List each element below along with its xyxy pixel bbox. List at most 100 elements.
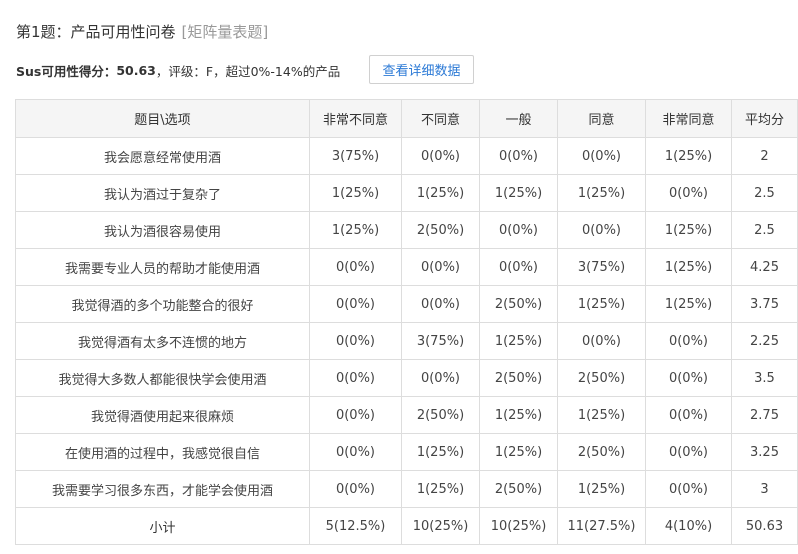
cell-disagree: 1(25%) bbox=[401, 433, 480, 471]
question-title: 第1题：产品可用性问卷 bbox=[16, 23, 176, 41]
row-question: 我觉得酒使用起来很麻烦 bbox=[15, 396, 310, 434]
cell-agree: 1(25%) bbox=[557, 174, 646, 212]
header-average: 平均分 bbox=[731, 99, 798, 138]
cell-average: 2.5 bbox=[731, 211, 798, 249]
cell-disagree: 3(75%) bbox=[401, 322, 480, 360]
cell-agree: 2(50%) bbox=[557, 359, 646, 397]
header-strongly-agree: 非常同意 bbox=[645, 99, 732, 138]
table-row: 我觉得酒的多个功能整合的很好 0(0%) 0(0%) 2(50%) 1(25%) 1(25… bbox=[15, 285, 798, 323]
table-row: 我觉得大多数人都能很快学会使用酒 0(0%) 0(0%) 2(50%) 2(50%) 0(… bbox=[15, 359, 798, 397]
cell-average: 2.75 bbox=[731, 396, 798, 434]
cell-strongly-agree: 0(0%) bbox=[645, 322, 732, 360]
total-cell-average: 50.63 bbox=[731, 507, 798, 545]
cell-neutral: 1(25%) bbox=[479, 396, 558, 434]
cell-strongly-agree: 1(25%) bbox=[645, 137, 732, 175]
header-agree: 同意 bbox=[557, 99, 646, 138]
total-cell-strongly-agree: 4(10%) bbox=[645, 507, 732, 545]
cell-agree: 1(25%) bbox=[557, 285, 646, 323]
cell-strongly-disagree: 0(0%) bbox=[309, 248, 402, 286]
table-row: 我觉得酒使用起来很麻烦 0(0%) 2(50%) 1(25%) 1(25%) 0(0%) 2… bbox=[15, 396, 798, 434]
cell-neutral: 2(50%) bbox=[479, 470, 558, 508]
row-question: 我觉得酒有太多不连惯的地方 bbox=[15, 322, 310, 360]
cell-neutral: 0(0%) bbox=[479, 248, 558, 286]
question-title-row: 第1题：产品可用性问卷 [矩阵量表题] bbox=[16, 20, 268, 44]
row-question: 我觉得大多数人都能很快学会使用酒 bbox=[15, 359, 310, 397]
cell-strongly-agree: 0(0%) bbox=[645, 359, 732, 397]
row-question: 我觉得酒的多个功能整合的很好 bbox=[15, 285, 310, 323]
cell-strongly-agree: 1(25%) bbox=[645, 285, 732, 323]
view-details-button[interactable]: 查看详细数据 bbox=[369, 55, 474, 84]
cell-neutral: 2(50%) bbox=[479, 285, 558, 323]
row-question: 我认为酒很容易使用 bbox=[15, 211, 310, 249]
cell-strongly-disagree: 3(75%) bbox=[309, 137, 402, 175]
cell-disagree: 1(25%) bbox=[401, 174, 480, 212]
total-cell-neutral: 10(25%) bbox=[479, 507, 558, 545]
cell-strongly-agree: 0(0%) bbox=[645, 433, 732, 471]
total-cell-agree: 11(27.5%) bbox=[557, 507, 646, 545]
cell-agree: 0(0%) bbox=[557, 137, 646, 175]
cell-strongly-disagree: 0(0%) bbox=[309, 470, 402, 508]
cell-disagree: 2(50%) bbox=[401, 396, 480, 434]
table-total-row: 小计 5(12.5%) 10(25%) 10(25%) 11(27.5%) 4(10%) 5… bbox=[15, 507, 798, 545]
total-cell-strongly-disagree: 5(12.5%) bbox=[309, 507, 402, 545]
table-row: 我需要专业人员的帮助才能使用酒 0(0%) 0(0%) 0(0%) 3(75%) 1(25… bbox=[15, 248, 798, 286]
row-question: 我需要学习很多东西，才能学会使用酒 bbox=[15, 470, 310, 508]
cell-strongly-disagree: 0(0%) bbox=[309, 322, 402, 360]
table-row: 我需要学习很多东西，才能学会使用酒 0(0%) 1(25%) 2(50%) 1(25%)… bbox=[15, 470, 798, 508]
cell-average: 2.25 bbox=[731, 322, 798, 360]
cell-strongly-disagree: 0(0%) bbox=[309, 396, 402, 434]
sus-summary: Sus可用性得分： 50.63 ，评级：F，超过0%-14%的产品 bbox=[16, 56, 340, 84]
cell-strongly-agree: 1(25%) bbox=[645, 211, 732, 249]
cell-agree: 1(25%) bbox=[557, 470, 646, 508]
total-cell-disagree: 10(25%) bbox=[401, 507, 480, 545]
row-question: 在使用酒的过程中，我感觉很自信 bbox=[15, 433, 310, 471]
cell-disagree: 0(0%) bbox=[401, 285, 480, 323]
cell-strongly-disagree: 1(25%) bbox=[309, 211, 402, 249]
cell-strongly-disagree: 1(25%) bbox=[309, 174, 402, 212]
cell-neutral: 2(50%) bbox=[479, 359, 558, 397]
cell-neutral: 1(25%) bbox=[479, 322, 558, 360]
cell-average: 2.5 bbox=[731, 174, 798, 212]
cell-average: 4.25 bbox=[731, 248, 798, 286]
cell-neutral: 0(0%) bbox=[479, 137, 558, 175]
table-header-row: 题目\选项 非常不同意 不同意 一般 同意 非常同意 平均分 bbox=[15, 99, 798, 138]
row-question: 我会愿意经常使用酒 bbox=[15, 137, 310, 175]
row-question: 我认为酒过于复杂了 bbox=[15, 174, 310, 212]
cell-disagree: 0(0%) bbox=[401, 359, 480, 397]
table-row: 我认为酒很容易使用 1(25%) 2(50%) 0(0%) 0(0%) 1(25%) 2.5 bbox=[15, 211, 798, 249]
table-row: 我会愿意经常使用酒 3(75%) 0(0%) 0(0%) 0(0%) 1(25%) 2 bbox=[15, 137, 798, 175]
cell-strongly-disagree: 0(0%) bbox=[309, 433, 402, 471]
header-disagree: 不同意 bbox=[401, 99, 480, 138]
header-neutral: 一般 bbox=[479, 99, 558, 138]
cell-strongly-agree: 0(0%) bbox=[645, 396, 732, 434]
cell-strongly-agree: 0(0%) bbox=[645, 470, 732, 508]
cell-strongly-disagree: 0(0%) bbox=[309, 285, 402, 323]
cell-disagree: 1(25%) bbox=[401, 470, 480, 508]
sus-rating-text: ，评级：F，超过0%-14%的产品 bbox=[155, 63, 341, 79]
cell-neutral: 1(25%) bbox=[479, 433, 558, 471]
row-question: 我需要专业人员的帮助才能使用酒 bbox=[15, 248, 310, 286]
cell-average: 2 bbox=[731, 137, 798, 175]
cell-neutral: 0(0%) bbox=[479, 211, 558, 249]
cell-disagree: 0(0%) bbox=[401, 137, 480, 175]
table-body: 我会愿意经常使用酒 3(75%) 0(0%) 0(0%) 0(0%) 1(25%) 2 我认为… bbox=[15, 137, 798, 545]
cell-average: 3.25 bbox=[731, 433, 798, 471]
question-type-tag: [矩阵量表题] bbox=[181, 23, 269, 41]
table-row: 在使用酒的过程中，我感觉很自信 0(0%) 1(25%) 1(25%) 2(50%) 0(… bbox=[15, 433, 798, 471]
header-strongly-disagree: 非常不同意 bbox=[309, 99, 402, 138]
cell-agree: 2(50%) bbox=[557, 433, 646, 471]
header-item: 题目\选项 bbox=[15, 99, 310, 138]
cell-agree: 0(0%) bbox=[557, 322, 646, 360]
cell-agree: 3(75%) bbox=[557, 248, 646, 286]
matrix-result-table: 题目\选项 非常不同意 不同意 一般 同意 非常同意 平均分 我会愿意经常使用酒… bbox=[15, 99, 798, 545]
cell-strongly-disagree: 0(0%) bbox=[309, 359, 402, 397]
cell-average: 3.5 bbox=[731, 359, 798, 397]
cell-neutral: 1(25%) bbox=[479, 174, 558, 212]
cell-average: 3.75 bbox=[731, 285, 798, 323]
cell-disagree: 0(0%) bbox=[401, 248, 480, 286]
sus-score: 50.63 bbox=[116, 62, 156, 78]
cell-strongly-agree: 1(25%) bbox=[645, 248, 732, 286]
cell-disagree: 2(50%) bbox=[401, 211, 480, 249]
cell-agree: 1(25%) bbox=[557, 396, 646, 434]
total-label: 小计 bbox=[15, 507, 310, 545]
